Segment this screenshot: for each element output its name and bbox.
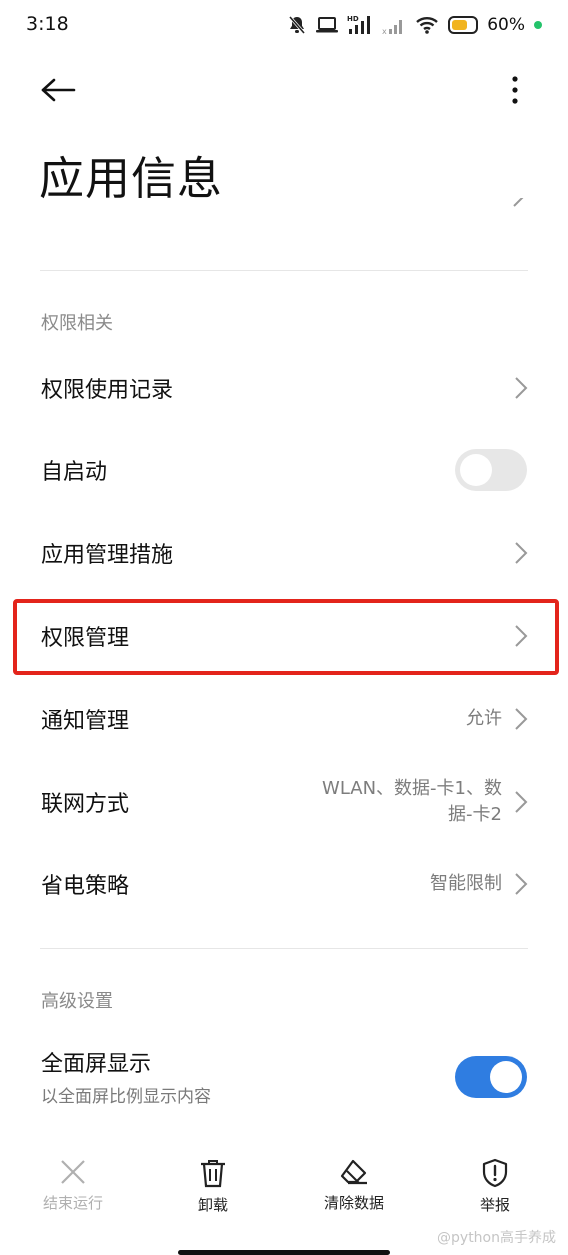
fullscreen-row [0,1035,568,1119]
status-time: 3:18 [26,13,69,35]
watermark: @python高手养成 [437,1230,556,1246]
divider [40,948,528,949]
row-label: 通知管理 [41,709,130,734]
permission-usage-record-row[interactable]: 权限使用记录 [0,347,568,429]
signal-x-icon: x [382,15,406,35]
charging-dot [534,21,542,29]
row-label: 联网方式 [41,792,130,817]
section-header-advanced: 高级设置 [41,991,113,1012]
partially-hidden-row[interactable] [40,198,528,220]
chevron-right-icon [515,791,528,813]
svg-text:x: x [382,27,387,35]
notification-management-row[interactable]: 通知管理 允许 [0,678,568,760]
fullscreen-toggle[interactable] [455,1056,527,1098]
laptop-icon [316,16,339,34]
network-mode-row[interactable]: 联网方式 WLAN、数据-卡1、数 据-卡2 [0,761,568,843]
power-saving-row[interactable]: 省电策略 智能限制 [0,843,568,925]
battery-icon [448,16,479,34]
eraser-icon [340,1159,367,1185]
chevron-right-icon [515,708,528,730]
chevron-right-icon [513,198,524,207]
trash-icon [201,1160,225,1188]
more-button[interactable] [500,70,530,110]
battery-percent: 60% [487,15,525,35]
row-value-line: 据-卡2 [448,804,502,825]
row-value: 允许 [466,708,502,729]
hd-signal-icon: HD [347,14,373,36]
close-icon [61,1160,85,1184]
row-label: 权限使用记录 [41,378,174,403]
row-value: 智能限制 [430,873,502,894]
end-process-button[interactable]: 结束运行 [18,1158,128,1213]
shield-alert-icon [482,1158,508,1188]
mute-bell-icon [287,15,307,35]
home-indicator [178,1250,390,1255]
bottom-bar-label: 举报 [479,1196,510,1214]
status-icons: HD x 60% [287,12,542,38]
back-arrow-icon [41,78,76,102]
row-value: WLAN、数据-卡1、数 据-卡2 [292,776,502,828]
app-management-row[interactable]: 应用管理措施 [0,512,568,594]
highlight-box [13,599,559,675]
row-label: 自启动 [41,460,108,485]
bottom-bar-label: 卸载 [197,1196,228,1214]
report-button[interactable]: 举报 [440,1158,550,1215]
row-label: 应用管理措施 [41,543,174,568]
chevron-right-icon [515,873,528,895]
back-button[interactable] [36,72,80,108]
section-header-permissions: 权限相关 [41,313,113,334]
svg-text:HD: HD [347,15,359,23]
bottom-bar-label: 结束运行 [42,1194,103,1212]
more-vertical-icon [512,76,518,104]
uninstall-button[interactable]: 卸载 [158,1158,268,1215]
autostart-row: 自启动 [0,429,568,511]
clear-data-button[interactable]: 清除数据 [299,1158,409,1213]
bottom-bar-label: 清除数据 [323,1194,384,1212]
row-value-line: WLAN、数据-卡1、数 [322,778,502,799]
autostart-toggle[interactable] [455,449,527,491]
chevron-right-icon [515,542,528,564]
row-label: 省电策略 [41,874,130,899]
chevron-right-icon [515,377,528,399]
wifi-icon [415,15,439,35]
divider [40,270,528,271]
